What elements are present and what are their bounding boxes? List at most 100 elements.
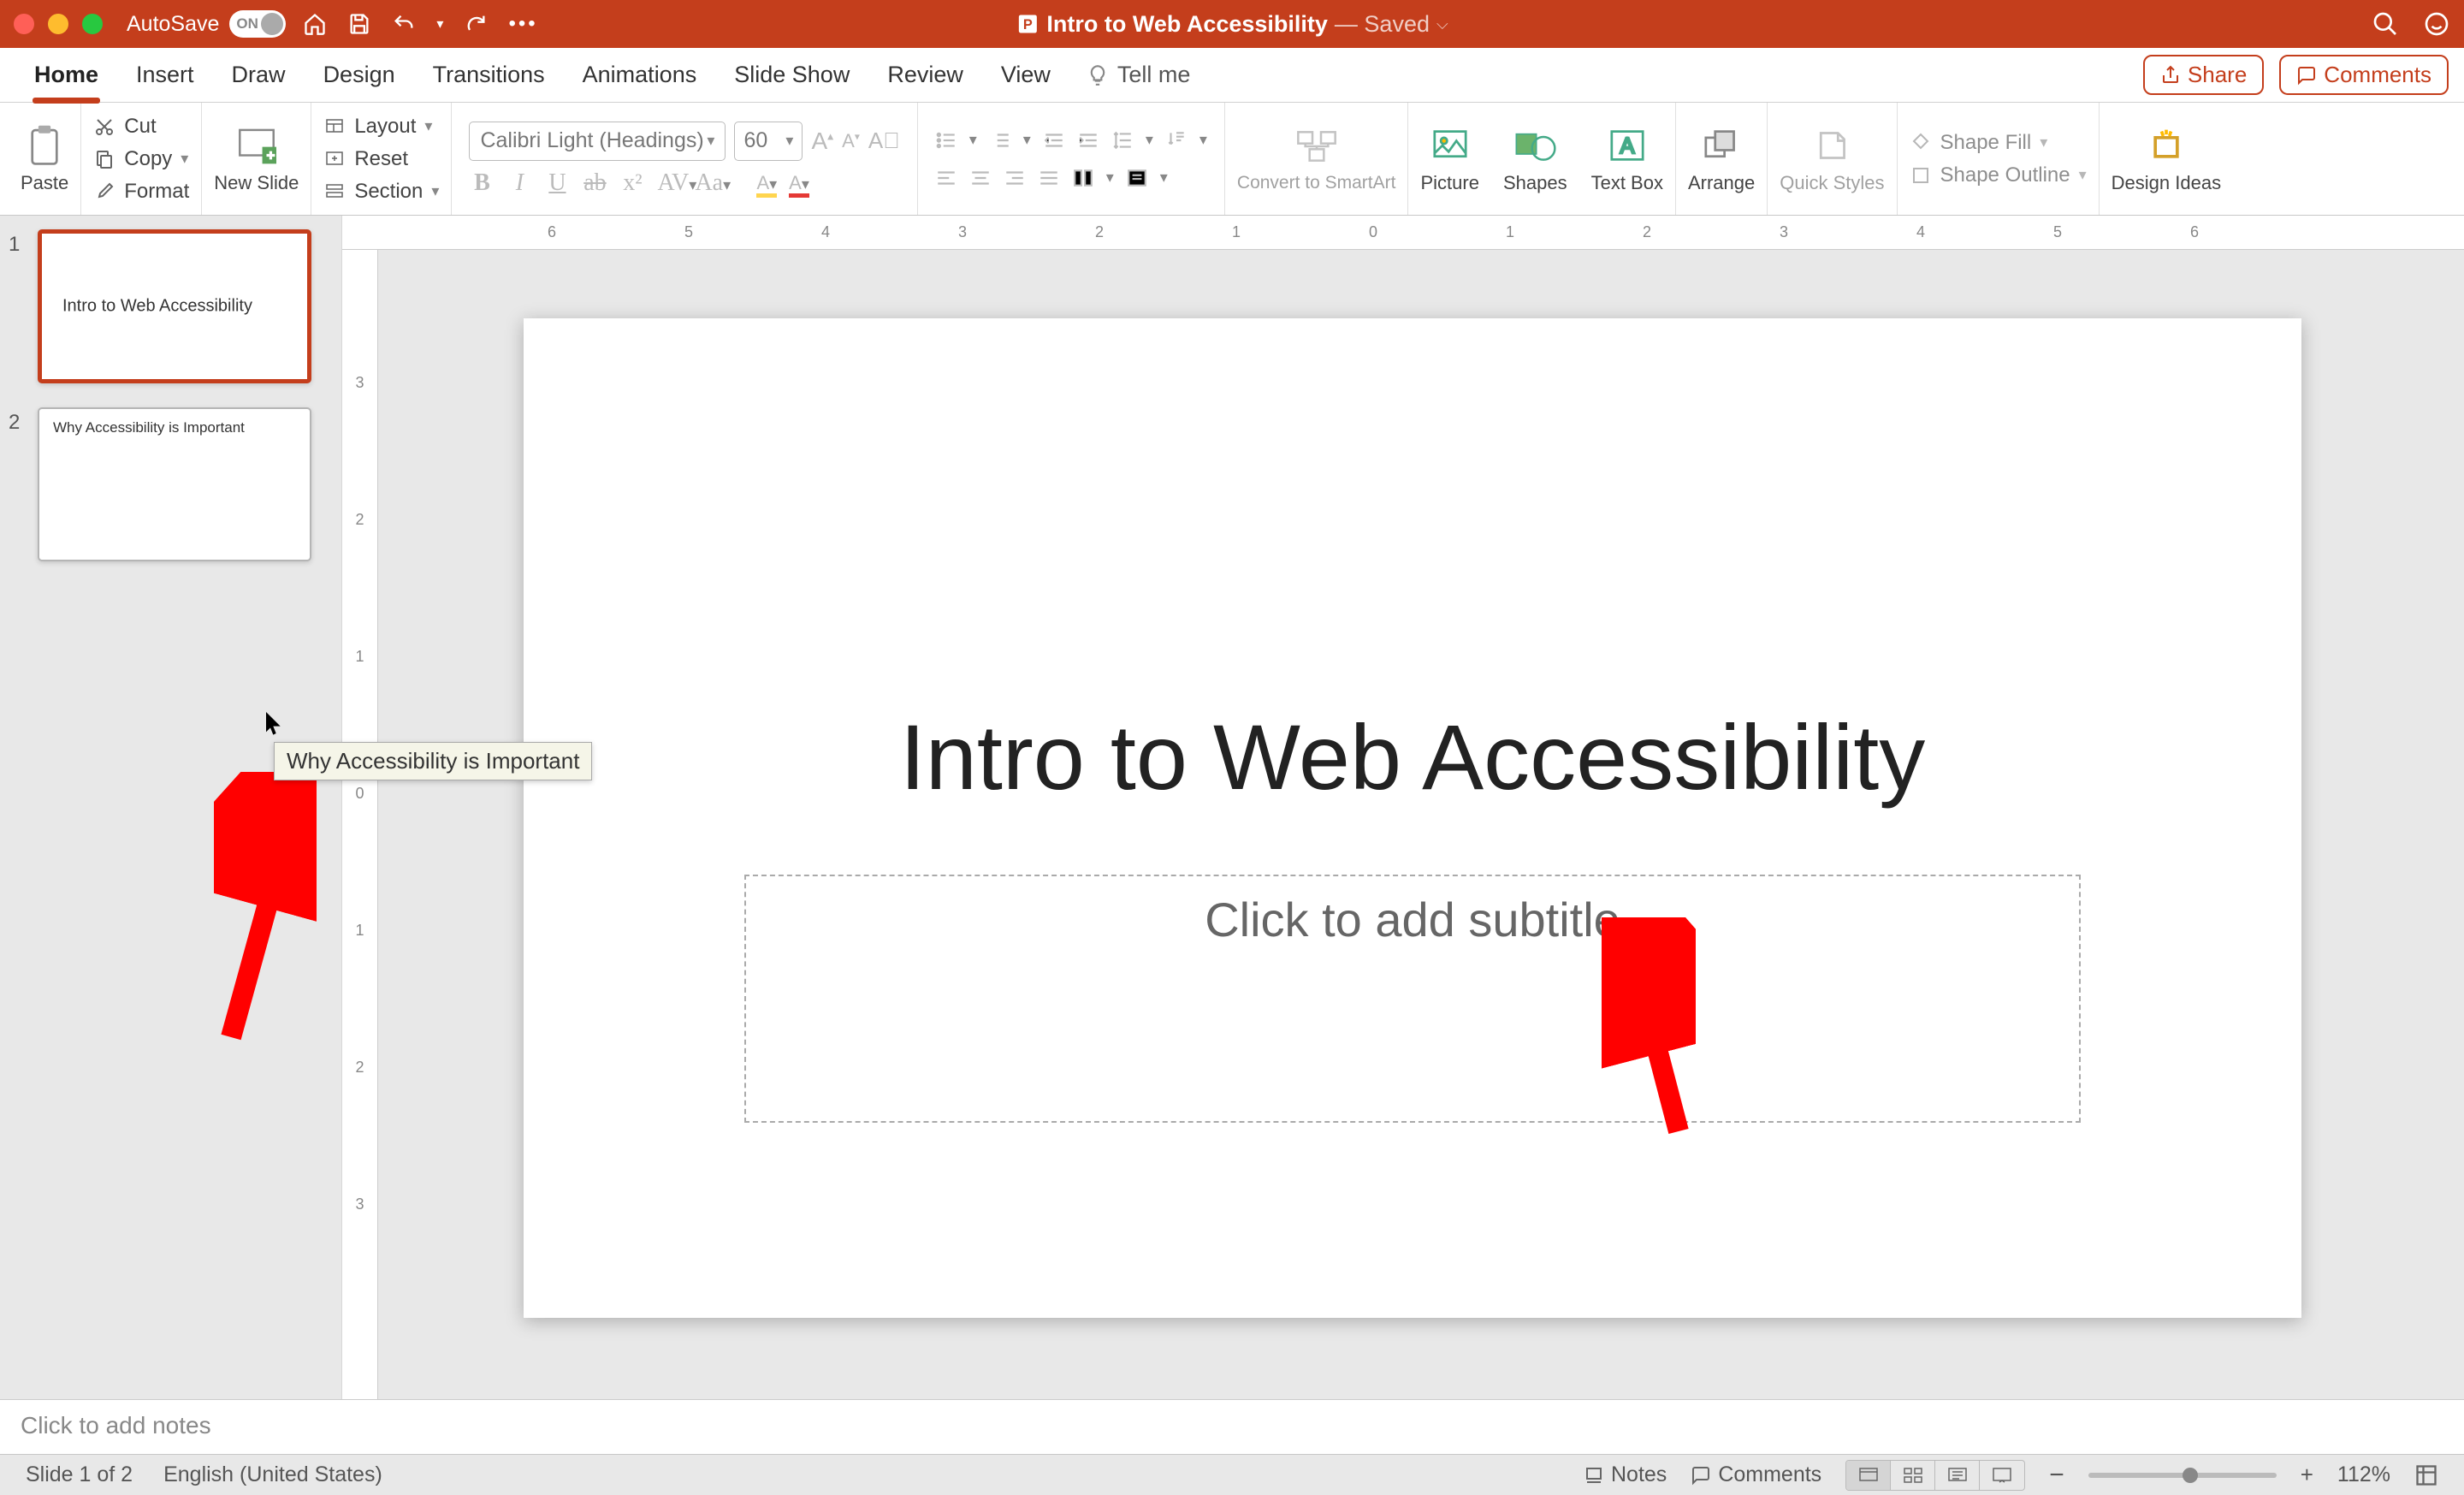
strikethrough-button[interactable]: ab: [582, 169, 607, 197]
slideshow-view-button[interactable]: [1980, 1461, 2024, 1490]
tab-slideshow[interactable]: Slide Show: [715, 48, 868, 102]
comments-toggle[interactable]: Comments: [1691, 1462, 1821, 1487]
comments-button[interactable]: Comments: [2279, 55, 2449, 95]
zoom-level[interactable]: 112%: [2337, 1462, 2390, 1487]
bullets-button[interactable]: [935, 129, 957, 151]
increase-font-icon[interactable]: A▴: [811, 128, 833, 155]
text-box-button[interactable]: AText Box: [1591, 124, 1663, 194]
svg-text:P: P: [1023, 17, 1033, 33]
svg-text:A: A: [1620, 134, 1634, 158]
align-text-button[interactable]: [1126, 167, 1148, 189]
highlight-color-button[interactable]: A▾: [756, 172, 777, 194]
notes-toggle[interactable]: Notes: [1584, 1462, 1667, 1487]
shape-fill-button[interactable]: Shape Fill▾: [1910, 129, 2087, 157]
reset-button[interactable]: Reset: [323, 145, 439, 173]
save-icon[interactable]: [347, 12, 371, 36]
shadow-button[interactable]: AV▾: [657, 169, 683, 197]
thumbnail-tooltip: Why Accessibility is Important: [274, 742, 592, 780]
superscript-button[interactable]: x²: [619, 169, 645, 197]
slide-subtitle-placeholder[interactable]: Click to add subtitle: [744, 875, 2081, 1123]
decrease-font-icon[interactable]: A▾: [842, 130, 860, 152]
autosave-toggle[interactable]: ON: [229, 10, 286, 38]
decrease-indent-button[interactable]: [1043, 129, 1065, 151]
underline-button[interactable]: U: [544, 169, 570, 197]
section-button[interactable]: Section▾: [323, 178, 439, 205]
paste-button[interactable]: Paste: [21, 124, 68, 194]
zoom-slider[interactable]: [2088, 1473, 2277, 1478]
sorter-view-button[interactable]: [1891, 1461, 1935, 1490]
slide-thumbnail-1[interactable]: Intro to Web Accessibility: [38, 229, 311, 383]
picture-button[interactable]: Picture: [1420, 124, 1478, 194]
tab-view[interactable]: View: [982, 48, 1069, 102]
document-title-group: P Intro to Web Accessibility — Saved ⌵: [1016, 11, 1448, 38]
tab-animations[interactable]: Animations: [564, 48, 716, 102]
slide-position[interactable]: Slide 1 of 2: [26, 1462, 133, 1487]
share-button[interactable]: Share: [2143, 55, 2264, 95]
view-mode-buttons: [1845, 1460, 2025, 1491]
quick-styles-button[interactable]: Quick Styles: [1780, 124, 1884, 194]
title-chevron-icon[interactable]: ⌵: [1436, 15, 1448, 33]
shapes-button[interactable]: Shapes: [1503, 124, 1567, 194]
clear-format-icon[interactable]: A⃠: [868, 128, 900, 154]
home-icon[interactable]: [303, 12, 327, 36]
close-window-icon[interactable]: [14, 14, 34, 34]
italic-button[interactable]: I: [506, 169, 532, 197]
columns-button[interactable]: [1072, 167, 1094, 189]
convert-smartart-button[interactable]: Convert to SmartArt: [1237, 125, 1396, 193]
align-left-button[interactable]: [935, 167, 957, 189]
layout-button[interactable]: Layout▾: [323, 113, 439, 140]
tab-design[interactable]: Design: [305, 48, 414, 102]
maximize-window-icon[interactable]: [82, 14, 103, 34]
autosave-toggle-group: AutoSave ON: [127, 10, 286, 38]
design-ideas-button[interactable]: Design Ideas: [2112, 124, 2221, 194]
new-slide-button[interactable]: New Slide: [214, 124, 299, 194]
reading-view-button[interactable]: [1935, 1461, 1980, 1490]
bold-button[interactable]: B: [469, 169, 495, 197]
text-direction-button[interactable]: [1165, 129, 1188, 151]
numbering-button[interactable]: [989, 129, 1011, 151]
cut-button[interactable]: Cut: [93, 113, 189, 140]
undo-icon[interactable]: [392, 12, 416, 36]
slide-canvas[interactable]: Intro to Web Accessibility Click to add …: [524, 318, 2301, 1318]
minimize-window-icon[interactable]: [48, 14, 68, 34]
shape-outline-button[interactable]: Shape Outline▾: [1910, 162, 2087, 189]
increase-indent-button[interactable]: [1077, 129, 1099, 151]
tab-draw[interactable]: Draw: [213, 48, 305, 102]
align-justify-button[interactable]: [1038, 167, 1060, 189]
undo-chevron-icon[interactable]: ▾: [436, 15, 443, 33]
slide-title-placeholder[interactable]: Intro to Web Accessibility: [524, 703, 2301, 810]
font-name-select[interactable]: Calibri Light (Headings)▾: [469, 122, 726, 161]
ribbon: Paste Cut Copy▾ Format New Slide Layout▾…: [0, 103, 2464, 216]
tab-home[interactable]: Home: [15, 48, 117, 102]
zoom-out-button[interactable]: −: [2049, 1461, 2064, 1490]
tab-transitions[interactable]: Transitions: [414, 48, 564, 102]
line-spacing-button[interactable]: [1111, 129, 1134, 151]
normal-view-button[interactable]: [1846, 1461, 1891, 1490]
slide-thumbnail-2[interactable]: Why Accessibility is Important: [38, 407, 311, 561]
tab-review[interactable]: Review: [868, 48, 982, 102]
font-color-button[interactable]: A▾: [789, 172, 809, 194]
thumb-title: Why Accessibility is Important: [53, 419, 245, 436]
align-right-button[interactable]: [1004, 167, 1026, 189]
change-case-button[interactable]: Aa▾: [695, 169, 720, 197]
search-icon[interactable]: [2372, 10, 2399, 38]
zoom-in-button[interactable]: +: [2301, 1462, 2313, 1488]
redo-icon[interactable]: [464, 12, 488, 36]
smiley-icon[interactable]: [2423, 10, 2450, 38]
font-size-select[interactable]: 60▾: [734, 122, 803, 161]
document-status: — Saved: [1335, 11, 1430, 38]
align-center-button[interactable]: [969, 167, 992, 189]
language-status[interactable]: English (United States): [163, 1462, 382, 1487]
tell-me-search[interactable]: Tell me: [1069, 62, 1191, 88]
format-painter-button[interactable]: Format: [93, 178, 189, 205]
slide-canvas-area: 6 5 4 3 2 1 0 1 2 3 4 5 6 3 2 1 0 1 2 3 …: [342, 216, 2464, 1399]
mouse-cursor-icon: [265, 712, 284, 745]
fit-to-window-button[interactable]: [2414, 1463, 2438, 1487]
more-icon[interactable]: •••: [508, 12, 537, 36]
arrange-button[interactable]: Arrange: [1688, 124, 1755, 194]
notes-pane[interactable]: Click to add notes: [0, 1399, 2464, 1454]
document-title: Intro to Web Accessibility: [1046, 11, 1328, 38]
thumb-title: Intro to Web Accessibility: [62, 297, 252, 317]
tab-insert[interactable]: Insert: [117, 48, 213, 102]
copy-button[interactable]: Copy▾: [93, 145, 189, 173]
